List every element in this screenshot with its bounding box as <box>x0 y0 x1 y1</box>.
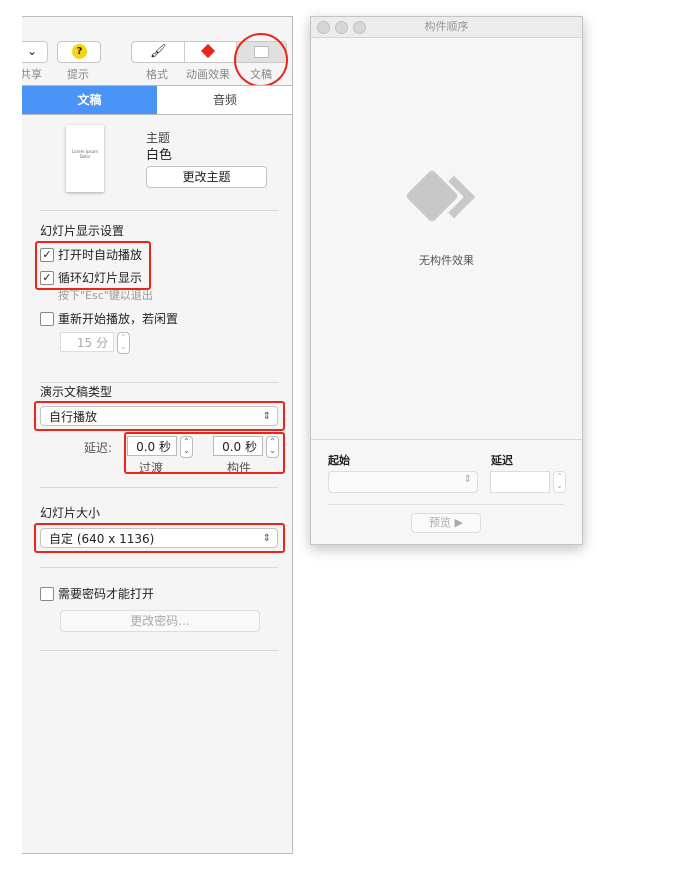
preview-button[interactable]: 预览 ▶ <box>411 513 481 533</box>
restart-checkbox[interactable] <box>40 312 54 326</box>
divider <box>40 650 278 651</box>
tips-label: 提示 <box>67 68 89 81</box>
delay-label: 延迟 <box>491 454 513 467</box>
divider <box>40 487 278 488</box>
close-button[interactable] <box>317 21 330 34</box>
share-label: 共享 <box>22 68 42 81</box>
presentation-type-title: 演示文稿类型 <box>40 385 113 399</box>
delay-label: 延迟: <box>84 441 113 455</box>
highlight-box <box>35 241 151 290</box>
slide-size-title: 幻灯片大小 <box>40 506 101 520</box>
tab-bar: 文稿 音频 <box>22 85 292 115</box>
no-builds-text: 无构件效果 <box>419 254 474 267</box>
tab-audio[interactable]: 音频 <box>158 86 292 114</box>
share-button[interactable]: ⌄ <box>22 41 48 63</box>
esc-hint: 按下"Esc"键以退出 <box>58 289 153 302</box>
divider <box>40 567 278 568</box>
highlight-box <box>34 523 285 553</box>
window-title: 构件顺序 <box>424 20 469 33</box>
slideshow-settings-title: 幻灯片显示设置 <box>40 224 125 238</box>
password-label: 需要密码才能打开 <box>58 587 155 601</box>
highlight-circle <box>234 33 288 87</box>
highlight-box <box>34 401 285 431</box>
preview-label: 预览 <box>429 516 452 529</box>
tips-button[interactable]: ? <box>57 41 101 63</box>
idle-stepper[interactable]: ⌃ ⌄ <box>117 332 130 354</box>
theme-name: 白色 <box>146 148 173 163</box>
build-delay-field[interactable] <box>490 471 550 493</box>
question-icon: ? <box>72 44 87 59</box>
divider <box>40 210 278 211</box>
document-inspector: ⌄ 共享 ? 提示 🖌 格式 动画效果 文稿 文稿 音频 Lorem Ipsum… <box>22 16 293 854</box>
animate-diamond-icon <box>200 43 216 59</box>
format-button[interactable]: 🖌 <box>132 42 185 62</box>
paintbrush-icon: 🖌 <box>150 44 167 59</box>
highlight-box <box>124 432 285 474</box>
zoom-button[interactable] <box>353 21 366 34</box>
start-label: 起始 <box>328 454 350 467</box>
build-delay-stepper[interactable]: ⌃ ⌄ <box>553 471 566 493</box>
play-icon: ▶ <box>454 516 463 529</box>
format-label: 格式 <box>146 68 168 81</box>
change-theme-button[interactable]: 更改主题 <box>146 166 267 188</box>
change-password-button[interactable]: 更改密码... <box>60 610 260 632</box>
build-order-window: 构件顺序 无构件效果 起始 ⇕ 延迟 ⌃ ⌄ 预览 ▶ <box>310 16 583 545</box>
minimize-button[interactable] <box>335 21 348 34</box>
tab-document[interactable]: 文稿 <box>22 86 157 114</box>
restart-label: 重新开始播放，若闲置 <box>58 312 179 326</box>
idle-minutes-field[interactable]: 15 分 <box>60 332 114 352</box>
start-select[interactable]: ⇕ <box>328 471 478 493</box>
title-bar: 构件顺序 <box>311 17 582 38</box>
theme-thumbnail[interactable]: Lorem Ipsum Dolor <box>66 125 104 192</box>
animate-button[interactable] <box>184 42 237 62</box>
animate-label: 动画效果 <box>186 68 230 81</box>
password-checkbox[interactable] <box>40 587 54 601</box>
